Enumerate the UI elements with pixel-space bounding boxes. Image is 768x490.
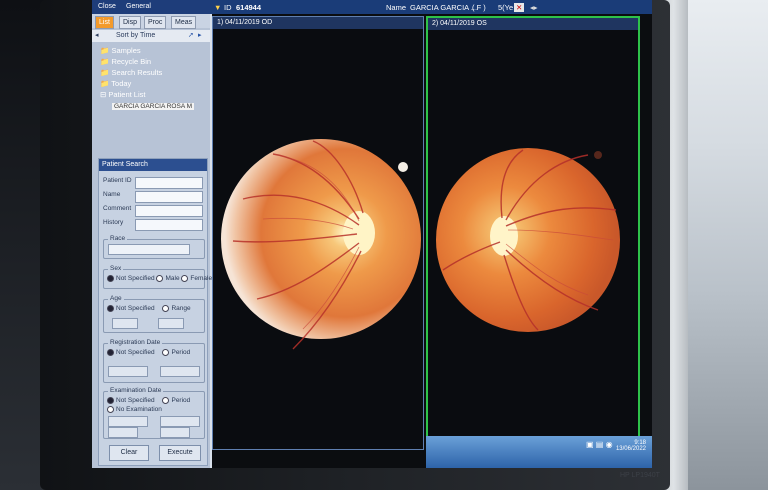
age-to[interactable] — [158, 318, 184, 329]
viewer-od-label: 1) 04/11/2019 OD — [213, 17, 423, 29]
left-pane: Close General List Disp Proc Meas ◂ Sort… — [92, 0, 212, 468]
chevron-left-icon: ◂ — [95, 32, 99, 39]
viewer-od[interactable]: 1) 04/11/2019 OD — [212, 16, 424, 450]
history-input[interactable] — [135, 219, 203, 231]
close-icon[interactable]: ✕ — [514, 3, 525, 12]
age-group: Age Not Specified Range — [103, 295, 205, 333]
menu-bar: Close General — [92, 0, 210, 14]
registration-to[interactable] — [160, 366, 200, 377]
exam-not-specified[interactable]: Not Specified — [116, 397, 155, 404]
field-name: Name — [103, 191, 203, 203]
name-input[interactable] — [135, 191, 203, 203]
age-from[interactable] — [112, 318, 138, 329]
sort-label: Sort by Time — [116, 32, 156, 39]
sex-female[interactable]: Female — [190, 275, 212, 282]
examination-group: Examination Date Not Specified Period No… — [103, 387, 205, 439]
exam-from-time[interactable] — [108, 427, 138, 438]
filter-icon[interactable]: ▼ — [214, 3, 221, 12]
tab-disp[interactable]: Disp — [119, 16, 142, 29]
field-comment: Comment — [103, 205, 203, 217]
registration-period[interactable]: Period — [171, 349, 190, 356]
exam-to-time[interactable] — [160, 427, 190, 438]
taskbar: ▣ ▤ ◉ 9:18 13/06/2022 — [426, 436, 652, 468]
exam-period[interactable]: Period — [171, 397, 190, 404]
comment-input[interactable] — [135, 205, 203, 217]
fundus-image-od — [221, 139, 421, 350]
id-label: ID — [224, 3, 232, 12]
chevron-right-icon[interactable]: ▸ — [198, 31, 202, 39]
fundus-image-os — [436, 148, 620, 332]
patient-id: 614944 — [236, 3, 262, 12]
tab-proc[interactable]: Proc — [144, 16, 167, 29]
exam-no-examination[interactable]: No Examination — [116, 406, 162, 413]
header-field: 5(Ye — [498, 3, 514, 12]
registration-not-specified[interactable]: Not Specified — [116, 349, 155, 356]
clear-button[interactable]: Clear — [109, 445, 149, 461]
race-select[interactable] — [108, 244, 190, 255]
tree-item-today[interactable]: 📁 Today — [100, 78, 194, 89]
tree-item-samples[interactable]: 📁 Samples — [100, 45, 194, 56]
sex-male[interactable]: Male — [165, 275, 179, 282]
patient-id-input[interactable] — [135, 177, 203, 189]
registration-group: Registration Date Not Specified Period — [103, 339, 205, 383]
viewer-os[interactable]: 2) 04/11/2019 OS — [426, 16, 640, 452]
tree-item-search-results[interactable]: 📁 Search Results — [100, 67, 194, 78]
exam-to[interactable] — [160, 416, 200, 427]
menu-general[interactable]: General — [126, 3, 151, 10]
patient-name: GARCIA GARCIA ... — [410, 3, 478, 12]
sex-not-specified[interactable]: Not Specified — [116, 275, 155, 282]
tab-meas[interactable]: Meas — [171, 16, 197, 29]
arrow-icon[interactable]: ➚ — [188, 31, 194, 39]
patient-search-panel: Patient Search Patient ID Name Comment H… — [98, 158, 212, 466]
age-range[interactable]: Range — [171, 305, 190, 312]
field-patient-id: Patient ID — [103, 177, 203, 189]
name-label: Name — [386, 3, 407, 12]
tab-list[interactable]: List — [95, 16, 114, 29]
taskbar-clock[interactable]: 9:18 13/06/2022 — [616, 440, 646, 452]
monitor-screen: Close General List Disp Proc Meas ◂ Sort… — [92, 0, 652, 468]
viewer-os-label: 2) 04/11/2019 OS — [428, 18, 638, 30]
selected-patient[interactable]: GARCIA GARCIA ROSA M — [112, 103, 195, 110]
scroll-arrows-icon[interactable]: ◂▸ — [530, 3, 538, 12]
sort-bar[interactable]: ◂ Sort by Time ➚ ▸ — [92, 30, 210, 42]
age-not-specified[interactable]: Not Specified — [116, 305, 155, 312]
execute-button[interactable]: Execute — [159, 445, 201, 461]
sex-group: Sex Not Specified Male Female — [103, 265, 212, 289]
tree-item-recycle-bin[interactable]: 📁 Recycle Bin — [100, 56, 194, 67]
field-history: History — [103, 219, 203, 231]
patient-header: ▼ ID 614944 Name GARCIA GARCIA ... ( F )… — [210, 0, 652, 14]
tree-item-patient[interactable]: GARCIA GARCIA ROSA M — [100, 100, 195, 111]
panel-title: Patient Search — [99, 159, 207, 171]
folder-tree: 📁 Samples 📁 Recycle Bin 📁 Search Results… — [100, 45, 195, 111]
tray-icons[interactable]: ▣ ▤ ◉ — [586, 440, 613, 449]
race-group: Race — [103, 235, 205, 259]
menu-close[interactable]: Close — [98, 3, 116, 10]
registration-from[interactable] — [108, 366, 148, 377]
monitor-brand-logo: HP LP1940T — [620, 472, 660, 479]
patient-sex: ( F ) — [472, 3, 486, 12]
exam-from[interactable] — [108, 416, 148, 427]
tree-item-patient-list[interactable]: ⊟ Patient List — [100, 89, 194, 100]
tab-strip: List Disp Proc Meas — [92, 14, 210, 29]
